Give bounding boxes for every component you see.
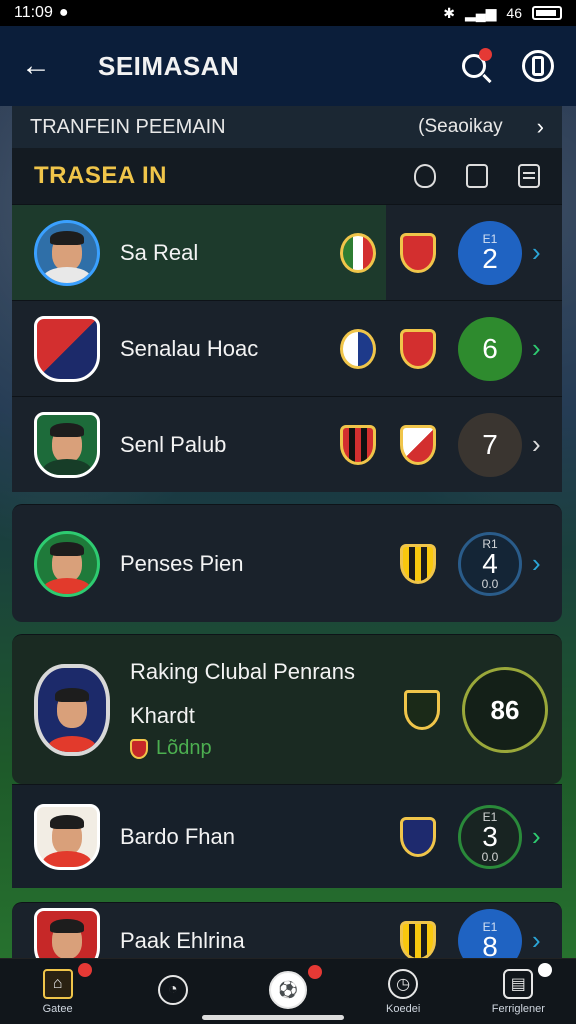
club-crest-icon (130, 738, 148, 759)
chevron-right-icon[interactable]: › (532, 333, 548, 364)
chevron-right-icon[interactable]: › (532, 237, 548, 268)
player-name: Sa Real (120, 239, 199, 265)
score-badge: 6 (458, 316, 522, 381)
main-content: TRANFEIN PEEMAIN (Seaoikay › TRASEA IN S… (12, 106, 562, 978)
settings-button[interactable] (518, 46, 558, 86)
grid-icon[interactable] (466, 164, 488, 188)
nav-ball[interactable]: ⚽ (238, 964, 338, 1013)
nav-timer[interactable]: ◔ (123, 974, 223, 1009)
player-avatar (34, 219, 100, 286)
club-crest-avatar (34, 663, 110, 756)
player-avatar (34, 530, 100, 597)
notification-dot (307, 964, 322, 979)
timer-icon: ◔ (157, 974, 188, 1005)
club-crest-icon (400, 920, 436, 961)
app-bar: ← SEIMASAN (0, 26, 576, 106)
nav-home[interactable]: ⌂ Gatee (8, 962, 108, 1015)
club-tag: Lõdnp (130, 737, 404, 760)
player-name: Paak Ehlrina (120, 927, 245, 953)
signal-icon: ▂▄▆ (464, 4, 497, 21)
notification-dot (479, 48, 492, 61)
score-badge: E1 3 0.0 (458, 804, 522, 869)
chevron-right-icon[interactable]: › (532, 548, 548, 579)
club-name: Lõdnp (156, 737, 212, 759)
bluetooth-icon: ✱ (443, 4, 455, 21)
player-name: Senalau Hoac (120, 335, 259, 361)
search-button[interactable] (454, 46, 494, 86)
nav-label: Koedei (386, 1002, 421, 1015)
chevron-right-icon[interactable]: › (532, 925, 548, 956)
status-time: 11:09 (14, 4, 53, 21)
player-avatar (34, 411, 100, 478)
section-title: TRASEA IN (34, 162, 167, 189)
player-row[interactable]: Bardo Fhan E1 3 0.0 › (12, 784, 562, 888)
player-row[interactable]: Senalau Hoac 6 › (12, 300, 562, 396)
transfer-label: TRANFEIN PEEMAIN (30, 115, 226, 138)
season-label: (Seaoikay (418, 116, 503, 137)
player-name: Bardo Fhan (120, 823, 235, 849)
notification-icon: ● (58, 4, 69, 21)
chevron-right-icon: › (536, 114, 544, 139)
club-crest-icon (400, 543, 436, 584)
player-name: Penses Pien (120, 550, 244, 576)
chevron-right-icon[interactable]: › (532, 429, 548, 460)
score-badge: E1 2 (458, 220, 522, 285)
ranking-title: Raking Clubal Penrans (130, 659, 356, 684)
club-crest-icon (340, 424, 376, 465)
notification-dot (538, 962, 553, 977)
page-title: SEIMASAN (98, 50, 240, 81)
section-header: TRASEA IN (12, 148, 562, 204)
club-crest-icon (400, 816, 436, 857)
player-name: Senl Palub (120, 431, 227, 457)
nav-profile[interactable]: ▤ Ferriglener (468, 962, 568, 1015)
player-name: Khardt (130, 703, 195, 728)
network-label: 46 (506, 5, 522, 21)
filter-icon[interactable] (414, 164, 436, 188)
clock-icon: ◷ (388, 968, 419, 999)
ball-icon: ⚽ (268, 970, 307, 1009)
club-crest-icon (400, 232, 436, 273)
home-indicator[interactable] (202, 1015, 344, 1020)
nav-label: Gatee (42, 1002, 73, 1015)
player-avatar (34, 803, 100, 870)
status-bar: 11:09 ● ✱ ▂▄▆ 46 (0, 0, 576, 26)
club-crest-icon (400, 424, 436, 465)
chevron-right-icon[interactable]: › (532, 821, 548, 852)
list-icon[interactable] (518, 164, 540, 188)
profile-icon: ▤ (503, 968, 534, 999)
score-badge: 7 (458, 412, 522, 477)
club-crest-icon (340, 328, 376, 369)
featured-player-row[interactable]: Raking Clubal Penrans Khardt Lõdnp 86 (12, 634, 562, 784)
home-icon: ⌂ (42, 968, 73, 999)
score-badge: R1 4 0.0 (458, 531, 522, 596)
settings-icon (522, 50, 554, 82)
player-row[interactable]: Sa Real E1 2 › (12, 204, 562, 300)
back-arrow-icon[interactable]: ← (18, 48, 54, 84)
notification-dot (77, 962, 92, 977)
player-row[interactable]: Senl Palub 7 › (12, 396, 562, 492)
player-row[interactable]: Penses Pien R1 4 0.0 › (12, 504, 562, 622)
nav-label: Ferriglener (491, 1002, 545, 1015)
club-badge-avatar (34, 315, 100, 382)
nav-clock[interactable]: ◷ Koedei (353, 968, 453, 1015)
transfer-bar[interactable]: TRANFEIN PEEMAIN (Seaoikay › (12, 106, 562, 148)
score-badge: 86 (462, 666, 548, 753)
club-crest-icon (400, 328, 436, 369)
battery-icon (532, 6, 562, 20)
club-crest-icon (404, 689, 440, 730)
club-crest-icon (340, 232, 376, 273)
